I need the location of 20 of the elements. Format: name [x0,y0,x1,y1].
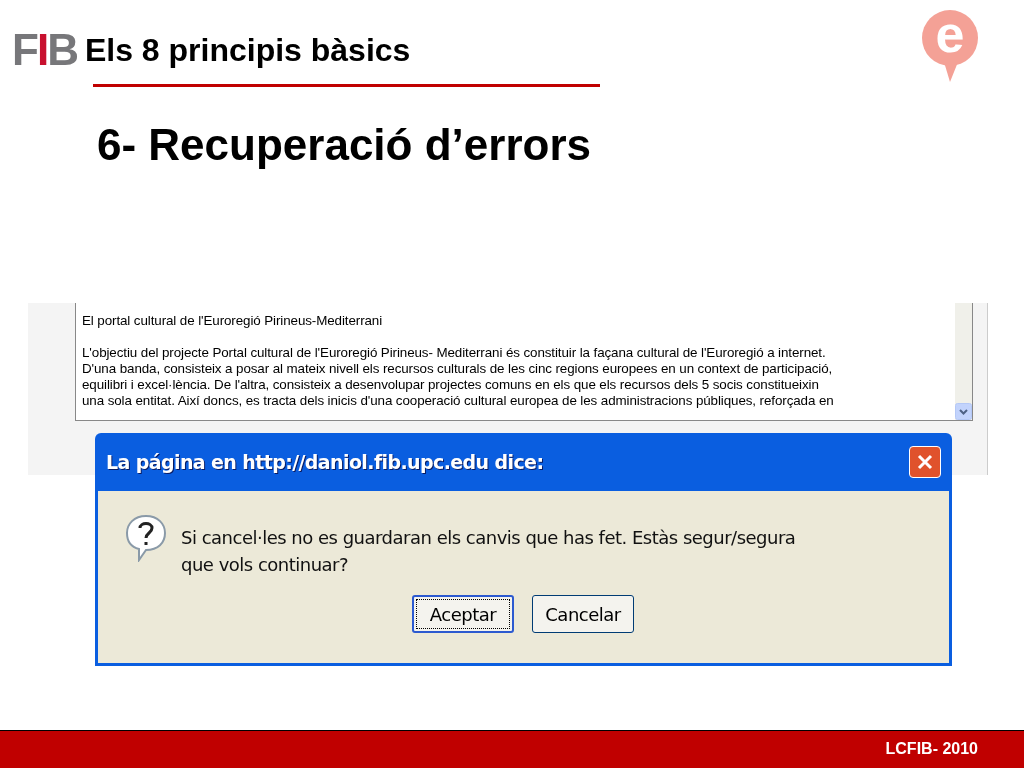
text-line: D'una banda, consisteix a posar al mateix nivell els recursos culturals de les cinc regions europees en un context de participació, [82,361,834,377]
dialog-button[interactable]: Aceptar [412,595,514,633]
text-line: El portal cultural de l'Euroregió Pirineus-Mediterrani [82,313,384,329]
dialog-button[interactable]: Cancelar [532,595,634,633]
close-icon[interactable] [916,453,934,471]
question-icon [125,514,167,562]
dialog-message: Si cancel·les no es guardaran els canvis que has fet. Estàs segur/segura que vols continuar? [181,526,796,577]
text-line: equilibri i excel·lència. De l'altra, consisteix a desenvolupar projectes comuns en els que els recursos dels 5 socis constitueixin [82,377,820,393]
close-button[interactable] [909,446,941,478]
text-line: L'objectiu del projecte Portal cultural de l'Euroregió Pirineus- Mediterrani és constituir la façana cultural de l'Euroregió a internet. [82,345,827,361]
scrollbar[interactable] [955,303,972,420]
dialog-title: La página en http://daniol.fib.upc.edu dice: [106,449,544,475]
speech-bubble-logo: e [920,8,980,82]
footer-text: LCFIB- 2010 [885,739,978,759]
slide-title: Els 8 principis bàsics [84,34,411,66]
logo: FIB [12,28,77,72]
scroll-down-icon[interactable] [955,403,972,420]
slide-heading: 6- Recuperació d’errors [97,123,592,167]
text-line: una sola entitat. Així doncs, es tracta dels inicis d'una cooperació cultural europea de les administracions públiques, reforçada en [82,393,835,409]
text-area[interactable] [75,303,973,421]
